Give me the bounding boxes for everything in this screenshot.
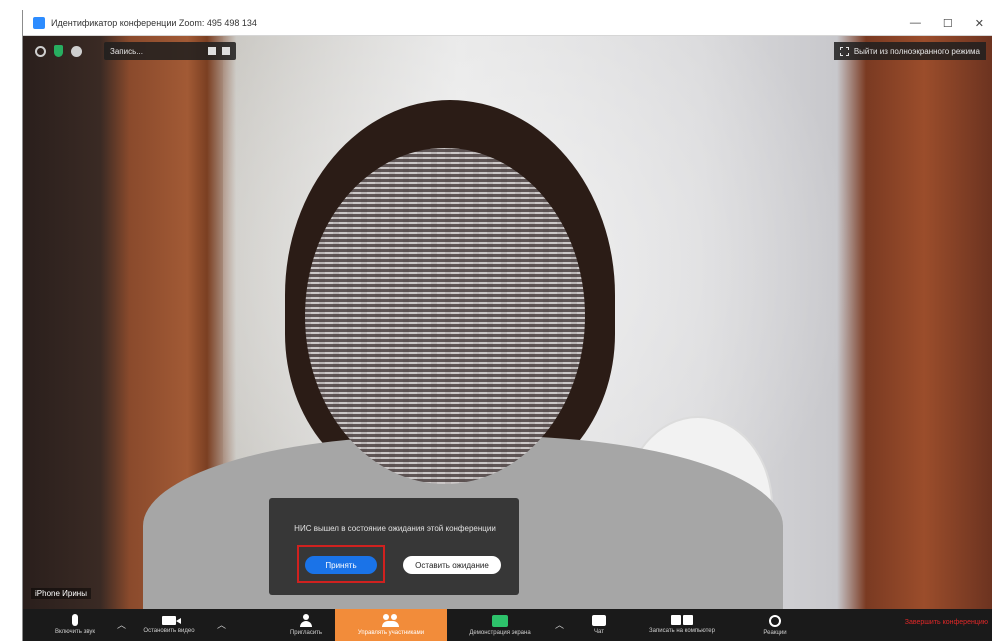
exit-fullscreen-icon (839, 46, 849, 56)
recording-controls (208, 47, 230, 55)
meeting-toolbar: Включить звук ︿ Остановить видео ︿ Пригл… (23, 609, 992, 641)
window-controls: — ☐ ✕ (910, 10, 984, 36)
record-icon (671, 615, 693, 625)
exit-fullscreen-label: Выйти из полноэкранного режима (853, 46, 980, 56)
record-label: Записать на компьютер (649, 628, 715, 634)
top-overlay: Запись... Выйти из полноэкранного режима (23, 36, 992, 66)
share-screen-label: Демонстрация экрана (469, 630, 531, 636)
share-options-chevron-icon[interactable]: ︿ (555, 618, 564, 631)
exit-fullscreen-button[interactable]: Выйти из полноэкранного режима (833, 42, 986, 60)
unmute-button[interactable]: Включить звук (35, 609, 115, 641)
pause-recording-icon[interactable] (208, 47, 216, 55)
zoom-app-icon (33, 16, 45, 29)
window-title: Идентификатор конференции Zoom: 495 498 … (51, 17, 257, 28)
reactions-button[interactable]: Реакции (747, 609, 803, 641)
dialog-message: НИС вышел в состояние ожидания этой конф… (294, 524, 496, 533)
recording-label: Запись... (110, 46, 143, 56)
title-bar: Идентификатор конференции Zoom: 495 498 … (23, 10, 992, 36)
invite-label: Пригласить (289, 630, 323, 636)
stop-recording-icon[interactable] (222, 47, 230, 55)
info-icon[interactable] (35, 45, 46, 57)
keep-waiting-button[interactable]: Оставить ожидание (403, 556, 501, 574)
globe-icon[interactable] (71, 45, 82, 57)
participants-icon (382, 614, 400, 627)
reactions-icon (769, 615, 781, 627)
microphone-icon (72, 614, 78, 626)
meeting-info-icons (35, 45, 82, 57)
blurred-face (305, 148, 585, 484)
chat-icon (592, 615, 606, 626)
stop-video-label: Остановить видео (143, 628, 195, 634)
reactions-label: Реакции (763, 630, 787, 636)
video-camera-icon (162, 616, 181, 625)
maximize-button[interactable]: ☐ (943, 17, 953, 30)
waiting-room-dialog: НИС вышел в состояние ожидания этой конф… (269, 498, 519, 595)
invite-button[interactable]: Пригласить (271, 609, 341, 641)
participant-name-label: iPhone Ирины (31, 588, 91, 599)
chat-label: Чат (594, 629, 604, 635)
audio-options-chevron-icon[interactable]: ︿ (117, 618, 126, 631)
unmute-label: Включить звук (54, 629, 95, 635)
record-button[interactable]: Записать на компьютер (627, 609, 737, 641)
chat-button[interactable]: Чат (579, 609, 619, 641)
manage-participants-label: Управлять участниками (357, 630, 425, 636)
share-screen-button[interactable]: Демонстрация экрана (447, 609, 553, 641)
end-meeting-button[interactable]: Завершить конференцию (905, 619, 988, 626)
video-options-chevron-icon[interactable]: ︿ (217, 618, 226, 631)
manage-participants-button[interactable]: Управлять участниками (335, 609, 447, 641)
security-shield-icon[interactable] (54, 45, 63, 57)
stop-video-button[interactable]: Остановить видео (127, 609, 211, 641)
recording-indicator: Запись... (104, 42, 236, 60)
zoom-window: Идентификатор конференции Zoom: 495 498 … (22, 10, 992, 641)
admit-button[interactable]: Принять (305, 556, 377, 574)
invite-user-icon (300, 614, 312, 627)
close-button[interactable]: ✕ (975, 17, 984, 30)
minimize-button[interactable]: — (910, 17, 921, 29)
share-screen-icon (492, 615, 508, 627)
